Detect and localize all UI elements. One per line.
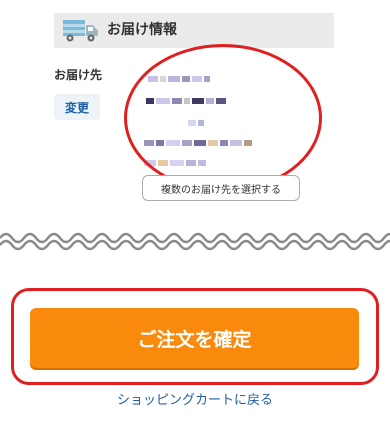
- wavy-divider: [0, 232, 390, 251]
- select-multiple-destinations-button[interactable]: 複数のお届け先を選択する: [142, 175, 300, 201]
- destination-label: お届け先: [54, 68, 103, 82]
- delivery-truck-icon: [62, 18, 100, 44]
- change-destination-button[interactable]: 変更: [54, 94, 100, 120]
- back-to-cart-link[interactable]: ショッピングカートに戻る: [0, 389, 390, 408]
- confirm-order-button[interactable]: ご注文を確定: [30, 308, 359, 368]
- delivery-info-header: お届け情報: [54, 13, 334, 48]
- redacted-address: [140, 60, 320, 175]
- section-title: お届け情報: [107, 22, 177, 38]
